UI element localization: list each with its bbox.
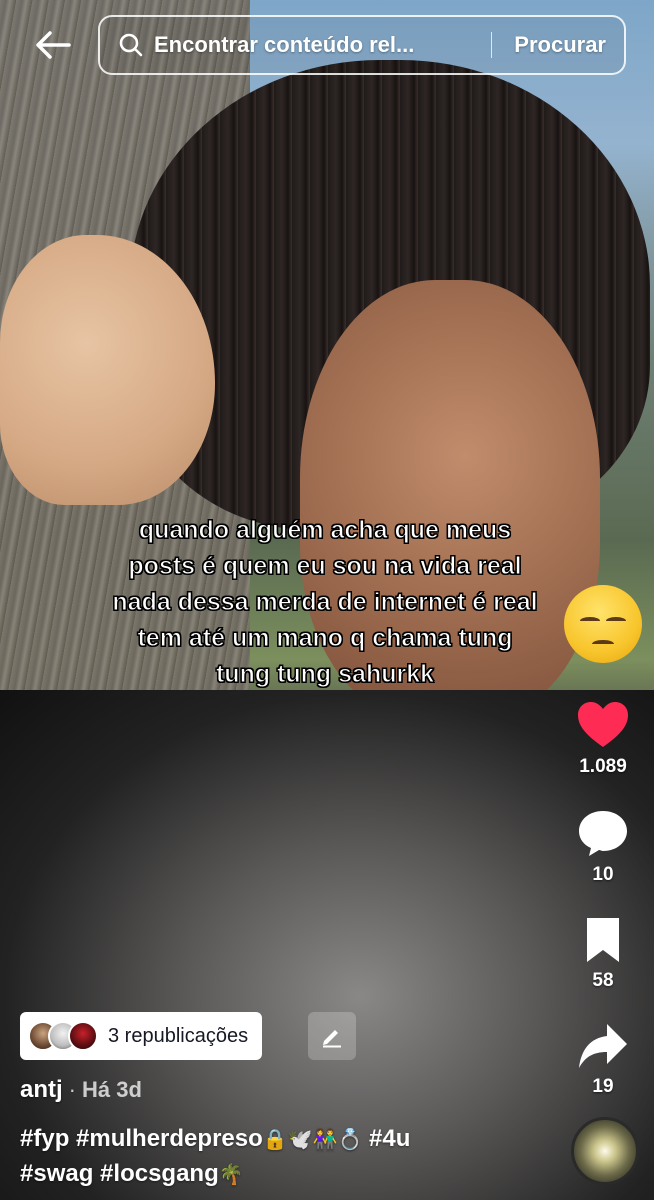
palm-tree-emoji: 🌴 bbox=[218, 1164, 244, 1186]
avatar bbox=[68, 1021, 98, 1051]
hashtag-link[interactable]: #fyp bbox=[20, 1125, 69, 1152]
video-caption: quando alguém acha que meus posts é quem… bbox=[70, 512, 580, 692]
post-author-row: antj · Há 3d bbox=[20, 1076, 142, 1104]
repost-avatars bbox=[28, 1021, 98, 1051]
search-button[interactable]: Procurar bbox=[514, 32, 606, 58]
bookmark-icon bbox=[587, 918, 619, 962]
save-button[interactable]: 58 bbox=[563, 916, 643, 992]
author-username[interactable]: antj bbox=[20, 1076, 63, 1104]
comment-button[interactable]: 10 bbox=[563, 808, 643, 886]
like-button[interactable]: 1.089 bbox=[563, 700, 643, 778]
search-divider bbox=[491, 32, 493, 58]
back-button[interactable] bbox=[28, 20, 78, 70]
hashtag-link[interactable]: #locsgang bbox=[100, 1160, 219, 1187]
pencil-icon bbox=[323, 1030, 341, 1048]
caption-line: tem até um mano q chama tung bbox=[137, 624, 513, 653]
hashtag-link[interactable]: #swag bbox=[20, 1160, 93, 1187]
comment-count: 10 bbox=[592, 864, 614, 885]
caption-line: nada dessa merda de internet é real bbox=[112, 588, 538, 617]
caption-line: quando alguém acha que meus bbox=[138, 516, 512, 545]
search-input[interactable]: Encontrar conteúdo rel... Procurar bbox=[98, 15, 626, 75]
meta-separator: · bbox=[68, 1077, 76, 1102]
action-rail: 1.089 10 58 19 bbox=[563, 700, 643, 1122]
back-arrow-icon bbox=[36, 31, 71, 59]
caption-line: tung tung sahurkk bbox=[215, 660, 435, 689]
like-count: 1.089 bbox=[579, 756, 627, 777]
share-count: 19 bbox=[592, 1076, 614, 1097]
heart-icon bbox=[578, 702, 628, 747]
save-count: 58 bbox=[592, 970, 614, 991]
post-description: #fyp #mulherdepreso🔒🕊️👫💍 #4u #swag #locs… bbox=[20, 1122, 540, 1192]
comment-icon bbox=[579, 811, 627, 856]
edit-button[interactable] bbox=[308, 1012, 356, 1060]
search-icon bbox=[119, 33, 143, 57]
description-line: #swag #locsgang🌴 bbox=[20, 1157, 540, 1192]
pensive-face-icon bbox=[564, 585, 642, 663]
top-search-bar: Encontrar conteúdo rel... Procurar bbox=[0, 0, 654, 90]
repost-count-label: 3 republicações bbox=[108, 1024, 249, 1047]
search-placeholder: Encontrar conteúdo rel... bbox=[154, 32, 415, 57]
description-emojis: 🔒🕊️👫💍 bbox=[262, 1129, 363, 1151]
share-button[interactable]: 19 bbox=[563, 1022, 643, 1098]
hashtag-link[interactable]: #mulherdepreso bbox=[76, 1125, 263, 1152]
hashtag-link[interactable]: #4u bbox=[369, 1125, 410, 1152]
sound-disc-button[interactable] bbox=[571, 1117, 639, 1185]
post-timestamp: Há 3d bbox=[82, 1077, 142, 1102]
share-icon bbox=[579, 1024, 627, 1068]
description-line: #fyp #mulherdepreso🔒🕊️👫💍 #4u bbox=[20, 1122, 540, 1157]
caption-line: posts é quem eu sou na vida real bbox=[128, 552, 522, 581]
reposts-button[interactable]: 3 republicações bbox=[20, 1012, 263, 1060]
